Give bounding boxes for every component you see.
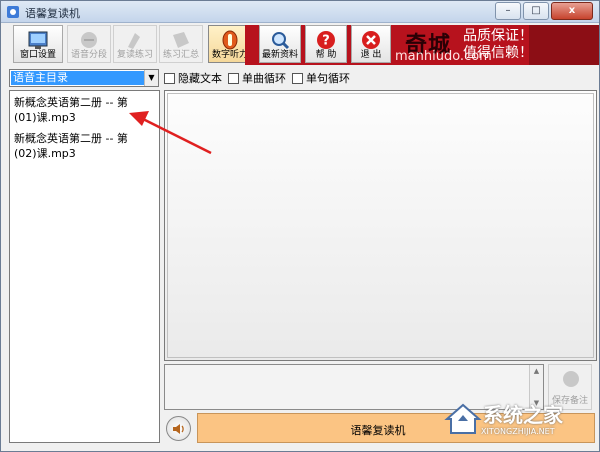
practice-summary-label: 练习汇总 (162, 50, 199, 60)
playlist-selected: 语音主目录 (11, 71, 145, 85)
scroll-up-icon[interactable]: ▲ (530, 365, 543, 377)
latest-materials-label: 最新资料 (261, 50, 298, 60)
options-row: 隐藏文本 单曲循环 单句循环 (164, 69, 350, 87)
app-icon (7, 6, 19, 18)
banner-line-2: 值得信赖！ (463, 45, 533, 61)
file-name-line-1: 新概念英语第二册 -- 第 (14, 96, 128, 109)
window-settings-label: 窗口设置 (19, 50, 56, 60)
minimize-button[interactable]: – (495, 2, 521, 20)
list-item[interactable]: 新概念英语第二册 -- 第 (01)课.mp3 (14, 95, 154, 125)
save-notes-icon (563, 371, 579, 387)
file-name-line-1: 新概念英语第二册 -- 第 (14, 132, 128, 145)
voice-segment-button[interactable]: 语音分段 (67, 25, 111, 63)
hide-text-label: 隐藏文本 (178, 72, 222, 85)
banner-line-1: 品质保证！ (463, 28, 533, 44)
playlist-dropdown[interactable]: 语音主目录 ▼ (9, 69, 159, 87)
title-bar[interactable]: 语馨复读机 – □ x (1, 1, 599, 23)
watermark-en: XITONGZHIJIA.NET (481, 427, 555, 436)
single-track-loop-label: 单曲循环 (242, 72, 286, 85)
file-name-line-2: (02)课.mp3 (14, 147, 76, 160)
speaker-button[interactable] (166, 416, 191, 441)
exit-button[interactable]: 退 出 (351, 25, 391, 63)
window-settings-button[interactable]: 窗口设置 (13, 25, 63, 63)
checkbox-box[interactable] (292, 72, 303, 84)
practice-summary-button[interactable]: 练习汇总 (159, 25, 203, 63)
repeat-practice-button[interactable]: 复读练习 (113, 25, 157, 63)
app-window: 语馨复读机 – □ x 窗口设置 语音分段 复读练习 练习汇总 数字听力 奇城 … (0, 0, 600, 452)
exit-label: 退 出 (360, 50, 382, 60)
banner-promo: 品质保证！ 值得信赖！ (463, 28, 533, 62)
single-sentence-loop-checkbox[interactable]: 单句循环 (292, 69, 350, 87)
checkbox-box[interactable] (228, 72, 239, 84)
help-button[interactable]: ? 帮 助 (305, 25, 347, 63)
watermark-cn: 系统之家 (483, 403, 563, 427)
latest-materials-button[interactable]: 最新资料 (259, 25, 301, 63)
single-track-loop-checkbox[interactable]: 单曲循环 (228, 69, 286, 87)
repeat-practice-label: 复读练习 (116, 50, 153, 60)
single-sentence-loop-label: 单句循环 (306, 72, 350, 85)
file-name-line-2: (01)课.mp3 (14, 111, 76, 124)
watermark-house-icon (444, 403, 482, 434)
close-button[interactable]: x (551, 2, 593, 20)
list-item[interactable]: 新概念英语第二册 -- 第 (02)课.mp3 (14, 131, 154, 161)
window-title: 语馨复读机 (25, 7, 80, 20)
watermark-logo: 系统之家 XITONGZHIJIA.NET (443, 397, 593, 443)
help-label: 帮 助 (315, 50, 337, 60)
hide-text-checkbox[interactable]: 隐藏文本 (164, 69, 222, 87)
checkbox-box[interactable] (164, 72, 175, 84)
file-list[interactable]: 新概念英语第二册 -- 第 (01)课.mp3 新概念英语第二册 -- 第 (0… (9, 90, 160, 443)
chevron-down-icon[interactable]: ▼ (144, 70, 158, 86)
maximize-button[interactable]: □ (523, 2, 549, 20)
text-display-panel[interactable] (164, 90, 597, 361)
speaker-icon (173, 424, 184, 434)
banner-dark-strip (529, 25, 599, 65)
text-display-inner (167, 93, 594, 358)
voice-segment-label: 语音分段 (70, 50, 107, 60)
